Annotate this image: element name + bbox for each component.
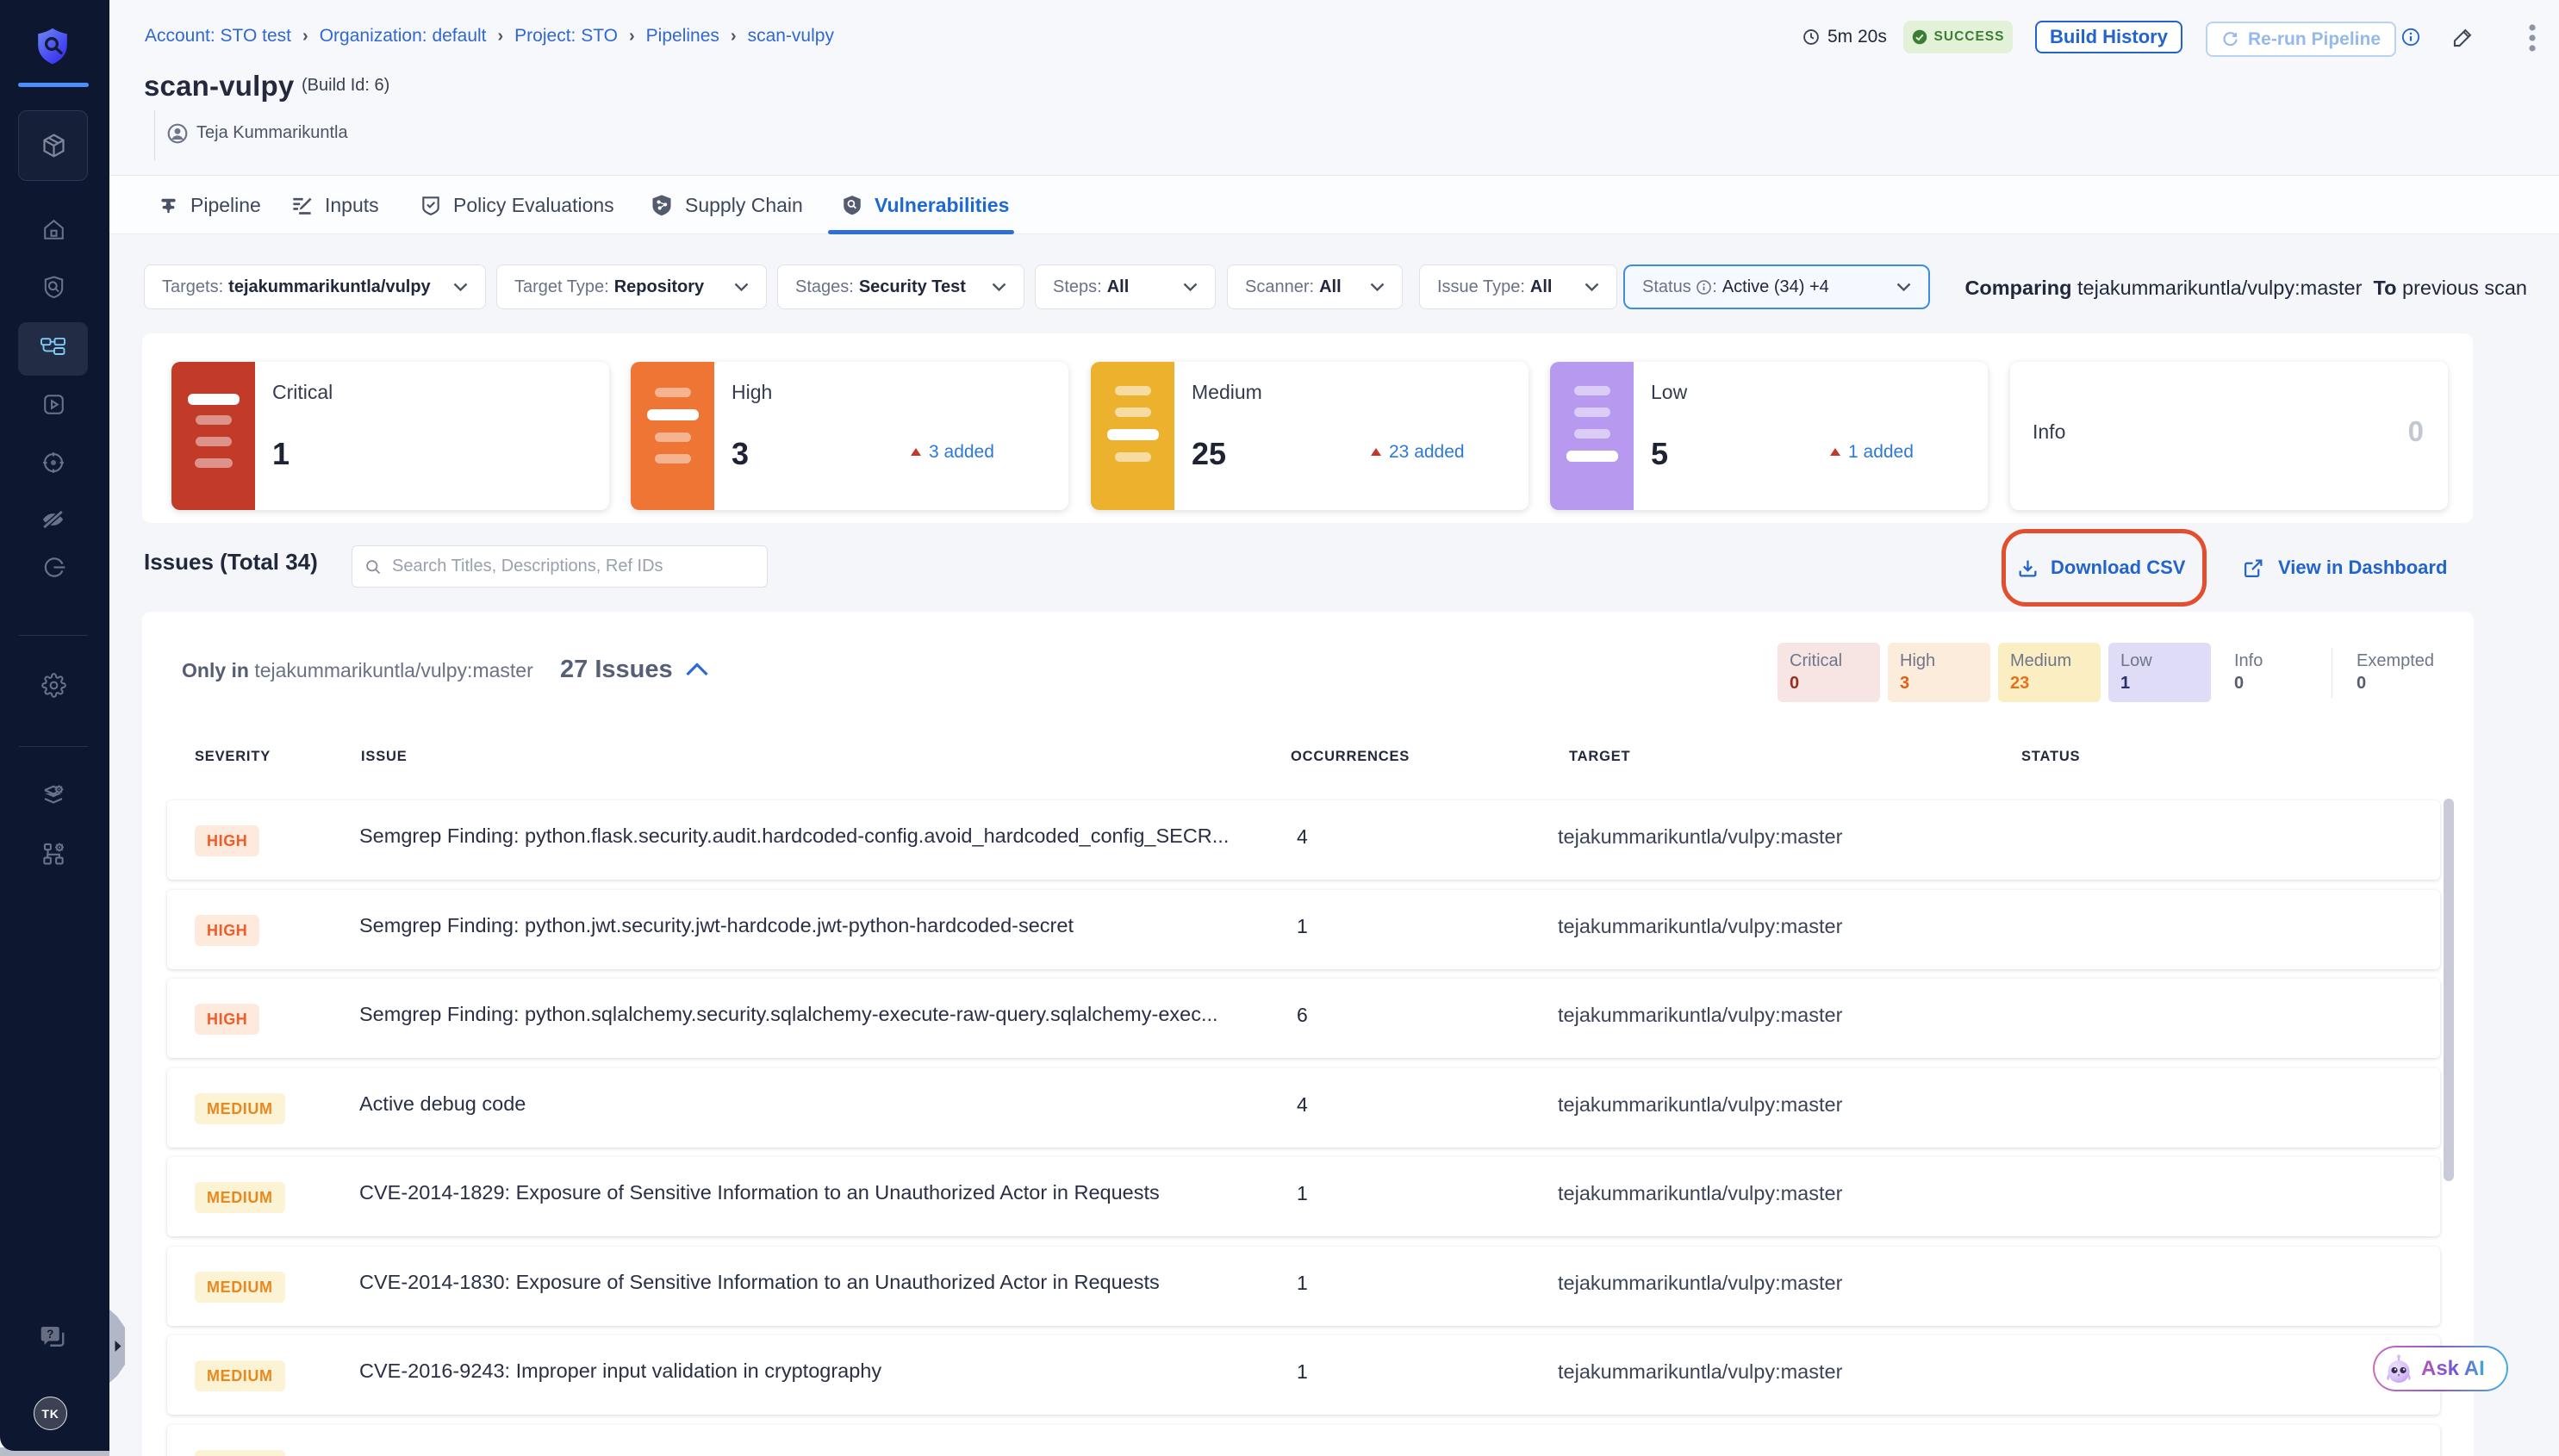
svg-text:?: ? (47, 1328, 53, 1341)
